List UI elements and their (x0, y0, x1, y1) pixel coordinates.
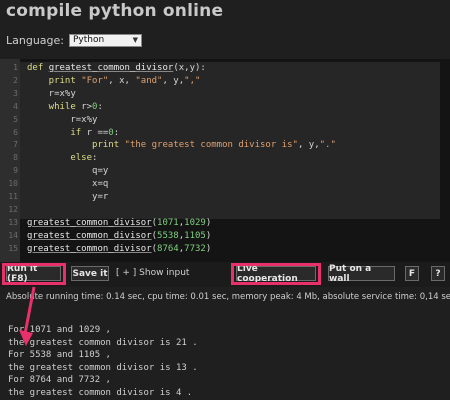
pointer-arrow-icon (19, 286, 36, 346)
